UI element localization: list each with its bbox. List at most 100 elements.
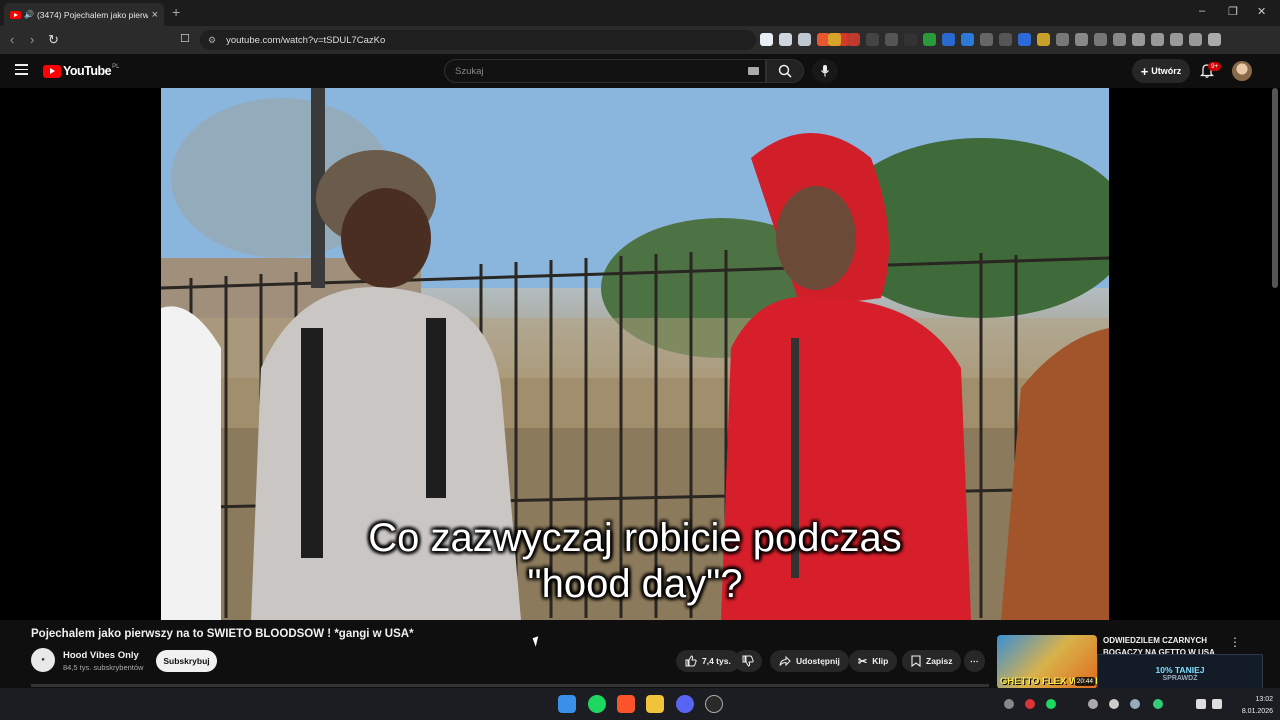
subtitle-line-2: "hood day"? <box>527 562 743 606</box>
page-scrollbar[interactable] <box>1272 88 1278 288</box>
like-count: 7,4 tys. <box>702 656 731 666</box>
page-divider <box>31 684 989 687</box>
windows-start-icon[interactable] <box>558 695 576 713</box>
scissors-icon: ✂ <box>858 655 868 668</box>
video-duration: 20:44 <box>1074 677 1095 686</box>
bookmark-save-icon <box>911 655 921 667</box>
extension-12-icon[interactable] <box>1037 33 1050 46</box>
url-text: youtube.com/watch?v=tSDUL7CazKo <box>226 34 386 46</box>
extension-2-icon[interactable] <box>847 33 860 46</box>
reload-icon[interactable]: ↻ <box>48 32 59 48</box>
guide-menu-icon[interactable] <box>15 64 28 75</box>
tray-app-5-icon[interactable] <box>1153 699 1163 709</box>
media-icon[interactable] <box>1113 33 1126 46</box>
microphone-icon <box>821 65 829 77</box>
youtube-favicon-icon <box>10 10 21 19</box>
close-window-button[interactable]: ✕ <box>1257 5 1266 18</box>
clock-date: 8.01.2026 <box>1241 708 1273 715</box>
sidebar-icon[interactable] <box>1132 33 1145 46</box>
clip-button[interactable]: ✂ Klip <box>849 650 898 672</box>
video-frame[interactable]: Co zazwyczaj robicie podczas "hood day"? <box>161 88 1109 620</box>
extension-10-icon[interactable] <box>999 33 1012 46</box>
extension-1-icon[interactable] <box>828 33 841 46</box>
discord-icon[interactable] <box>676 695 694 713</box>
more-actions-button[interactable]: ⋯ <box>964 650 985 672</box>
windows-taskbar <box>0 688 1280 720</box>
extension-9-icon[interactable] <box>980 33 993 46</box>
video-player[interactable]: Co zazwyczaj robicie podczas "hood day"? <box>0 88 1280 620</box>
like-button[interactable]: 7,4 tys. <box>676 650 740 672</box>
channel-avatar[interactable]: ● <box>31 648 55 672</box>
extension-13-icon[interactable] <box>1056 33 1069 46</box>
bookmark-icon[interactable]: ☐ <box>180 32 190 45</box>
share-icon[interactable] <box>798 33 811 46</box>
tray-spotify-icon[interactable] <box>1046 699 1056 709</box>
recommended-video-thumbnail[interactable]: GHETTO FLEX W AME 20:44 <box>997 635 1097 689</box>
subscribe-button[interactable]: Subskrybuj <box>156 650 217 672</box>
thumbs-down-icon <box>742 655 754 667</box>
vpn-icon[interactable] <box>1189 33 1202 46</box>
mouse-cursor-icon <box>532 636 542 647</box>
voice-search-button[interactable] <box>812 59 838 83</box>
kebab-menu-icon[interactable]: ⋮ <box>1229 635 1241 649</box>
youtube-logo[interactable]: YouTube PL <box>43 64 119 78</box>
volume-icon[interactable] <box>1212 699 1222 709</box>
file-explorer-icon[interactable] <box>646 695 664 713</box>
tray-app-3-icon[interactable] <box>1088 699 1098 709</box>
spotify-icon[interactable] <box>588 695 606 713</box>
close-tab-icon[interactable]: × <box>152 9 158 21</box>
site-settings-icon[interactable]: ⚙ <box>208 35 216 46</box>
search-input[interactable]: Szukaj <box>444 59 766 83</box>
extension-6-icon[interactable] <box>923 33 936 46</box>
screenshot-icon[interactable] <box>1094 33 1107 46</box>
zoom-icon[interactable] <box>779 33 792 46</box>
promo-cta: SPRAWDŹ <box>1162 675 1198 682</box>
extension-4-icon[interactable] <box>885 33 898 46</box>
leo-icon[interactable] <box>1170 33 1183 46</box>
clip-label: Klip <box>872 656 889 666</box>
steam-icon[interactable] <box>705 695 723 713</box>
extension-7-icon[interactable] <box>942 33 955 46</box>
cast-icon[interactable] <box>760 33 773 46</box>
address-bar[interactable]: ⚙ youtube.com/watch?v=tSDUL7CazKo <box>200 30 756 50</box>
network-icon[interactable] <box>1196 699 1206 709</box>
taskbar-clock[interactable]: 13:02 8.01.2026 <box>1228 694 1273 718</box>
tray-steam-icon[interactable] <box>1130 699 1140 709</box>
notification-badge: 9+ <box>1208 62 1222 71</box>
puzzle-icon[interactable] <box>1075 33 1088 46</box>
browser-tab[interactable]: 🔊 (3474) Pojechalem jako pierws × <box>4 3 164 26</box>
minimize-button[interactable]: ‒ <box>1199 5 1205 17</box>
search-button[interactable] <box>766 59 804 83</box>
brave-browser-icon[interactable] <box>617 695 635 713</box>
thumbs-up-icon <box>685 655 697 667</box>
extension-8-icon[interactable] <box>961 33 974 46</box>
extension-11-icon[interactable] <box>1018 33 1031 46</box>
new-tab-button[interactable]: + <box>172 4 180 20</box>
save-button[interactable]: Zapisz <box>902 650 962 672</box>
promo-discount: 10% TANIEJ <box>1155 665 1205 675</box>
extension-icons <box>828 33 1221 46</box>
search-placeholder: Szukaj <box>455 65 484 77</box>
extension-3-icon[interactable] <box>866 33 879 46</box>
tray-app-2-icon[interactable] <box>1025 699 1035 709</box>
maximize-button[interactable]: ❐ <box>1228 5 1238 18</box>
tab-title: (3474) Pojechalem jako pierws <box>36 9 148 20</box>
create-button[interactable]: + Utwórz <box>1132 59 1190 83</box>
region-code: PL <box>112 64 120 70</box>
tray-app-4-icon[interactable] <box>1109 699 1119 709</box>
forward-icon[interactable]: › <box>30 32 34 47</box>
back-icon[interactable]: ‹ <box>10 32 14 47</box>
audio-playing-icon[interactable]: 🔊 <box>24 10 34 19</box>
browser-toolbar: ‹ › ↻ ☐ ⚙ youtube.com/watch?v=tSDUL7CazK… <box>0 26 1280 54</box>
extension-5-icon[interactable] <box>904 33 917 46</box>
share-button[interactable]: Udostępnij <box>770 650 849 672</box>
wallet-icon[interactable] <box>1151 33 1164 46</box>
dislike-button[interactable] <box>734 650 762 672</box>
account-avatar[interactable] <box>1232 61 1252 81</box>
keyboard-icon[interactable] <box>748 67 759 75</box>
subscriber-count: 84,5 tys. subskrybentów <box>63 663 144 672</box>
menu-icon[interactable] <box>1208 33 1221 46</box>
tray-app-1-icon[interactable] <box>1004 699 1014 709</box>
clock-time: 13:02 <box>1255 696 1273 703</box>
channel-name[interactable]: Hood Vibes Only <box>63 650 139 661</box>
